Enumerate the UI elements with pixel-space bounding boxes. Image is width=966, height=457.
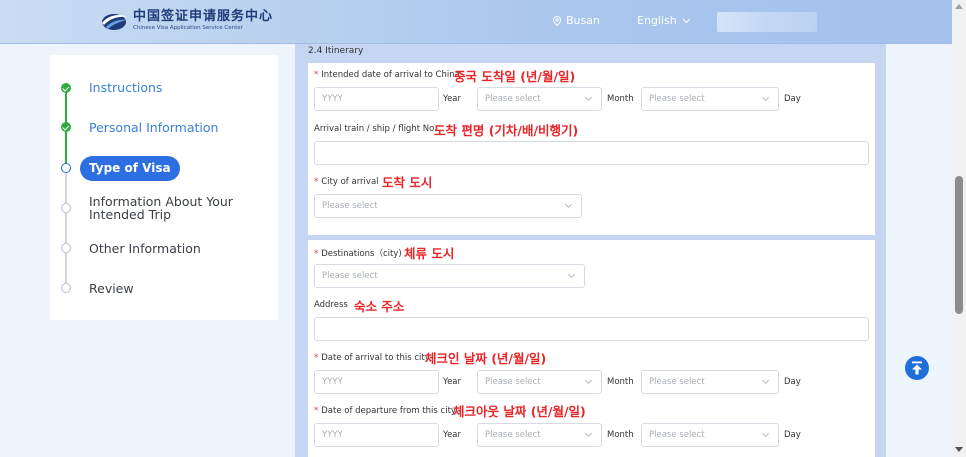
city-departure-day-unit: Day: [784, 430, 801, 440]
logo[interactable]: 中国签证申请服务中心 Chinese Visa Application Serv…: [100, 9, 273, 33]
step-instructions[interactable]: Instructions: [89, 80, 162, 95]
city-departure-year-unit: Year: [443, 430, 461, 440]
city-departure-month-select[interactable]: Please select: [477, 423, 602, 447]
city-selector[interactable]: Busan: [553, 14, 600, 27]
city-arrival-month-unit: Month: [607, 377, 634, 387]
destination-city-select[interactable]: Please select: [314, 264, 585, 288]
scroll-to-top-button[interactable]: [905, 356, 929, 380]
arrival-year-input[interactable]: YYYY: [314, 87, 439, 111]
address-label: Address: [314, 300, 348, 310]
arrival-flight-note: 도착 편명 (기차/배/비행기): [434, 123, 579, 138]
arrival-city-select[interactable]: Please select: [314, 194, 582, 218]
arrival-date-note: 중국 도착일 (년/월/일): [454, 69, 576, 84]
city-label: Busan: [566, 14, 600, 27]
address-note: 숙소 주소: [354, 299, 405, 314]
city-arrival-date-label: * Date of arrival to this city: [314, 353, 430, 363]
scrollbar-thumb[interactable]: [955, 176, 963, 314]
arrival-flight-input[interactable]: [314, 141, 869, 165]
arrival-day-select[interactable]: Please select: [641, 87, 779, 111]
progress-sidebar: Instructions Personal Information Type o…: [50, 55, 278, 320]
city-departure-date-label: * Date of departure from this city: [314, 406, 456, 416]
step-other-information[interactable]: Other Information: [89, 241, 201, 256]
arrival-day-unit: Day: [784, 94, 801, 104]
step-check-icon: [61, 122, 71, 132]
city-departure-day-select[interactable]: Please select: [641, 423, 779, 447]
arrival-city-note: 도착 도시: [382, 175, 433, 190]
step-pending-icon: [61, 203, 71, 213]
step-review[interactable]: Review: [89, 281, 134, 296]
city-departure-month-unit: Month: [607, 430, 634, 440]
scroll-down-arrow-icon[interactable]: [955, 447, 963, 452]
step-personal-information[interactable]: Personal Information: [89, 120, 218, 135]
step-type-of-visa[interactable]: Type of Visa: [80, 156, 180, 181]
user-account-blurred[interactable]: [717, 12, 817, 32]
arrival-month-select[interactable]: Please select: [477, 87, 602, 111]
step-connector-todo: [65, 173, 67, 285]
logo-chinese-text: 中国签证申请服务中心: [133, 9, 274, 24]
city-arrival-day-unit: Day: [784, 377, 801, 387]
arrival-date-label: * Intended date of arrival to China: [314, 70, 460, 80]
arrival-year-unit: Year: [443, 94, 461, 104]
top-header: 中国签证申请服务中心 Chinese Visa Application Serv…: [0, 0, 966, 44]
step-pending-icon: [61, 243, 71, 253]
city-departure-date-note: 체크아웃 날짜 (년/월/일): [453, 404, 586, 419]
destination-label: * Destinations（city): [314, 249, 402, 259]
step-pending-icon: [61, 283, 71, 293]
step-current-icon: [61, 163, 71, 173]
logo-english-text: Chinese Visa Application Service Center: [133, 25, 243, 31]
arrival-month-unit: Month: [607, 94, 634, 104]
page-scrollbar[interactable]: [952, 0, 966, 457]
city-departure-year-input[interactable]: YYYY: [314, 423, 439, 447]
city-arrival-year-input[interactable]: YYYY: [314, 370, 439, 394]
logo-swoosh-icon: [102, 14, 127, 30]
city-arrival-month-select[interactable]: Please select: [477, 370, 602, 394]
language-label: English: [637, 14, 677, 27]
step-check-icon: [61, 83, 71, 93]
arrival-flight-label: Arrival train / ship / flight No.: [314, 124, 437, 134]
step-intended-trip[interactable]: Information About Your Intended Trip: [89, 195, 239, 221]
destination-note: 체류 도시: [404, 246, 455, 261]
chevron-down-icon: [682, 18, 691, 23]
arrival-city-label: * City of arrival: [314, 177, 379, 187]
scroll-to-top-icon: [912, 361, 922, 375]
language-selector[interactable]: English: [637, 14, 691, 27]
city-arrival-day-select[interactable]: Please select: [641, 370, 779, 394]
location-pin-icon: [553, 15, 561, 26]
section-title: 2.4 Itinerary: [308, 46, 364, 56]
city-arrival-date-note: 체크인 날짜 (년/월/일): [425, 351, 547, 366]
scroll-up-arrow-icon[interactable]: [955, 4, 963, 9]
city-arrival-year-unit: Year: [443, 377, 461, 387]
address-input[interactable]: [314, 317, 869, 341]
